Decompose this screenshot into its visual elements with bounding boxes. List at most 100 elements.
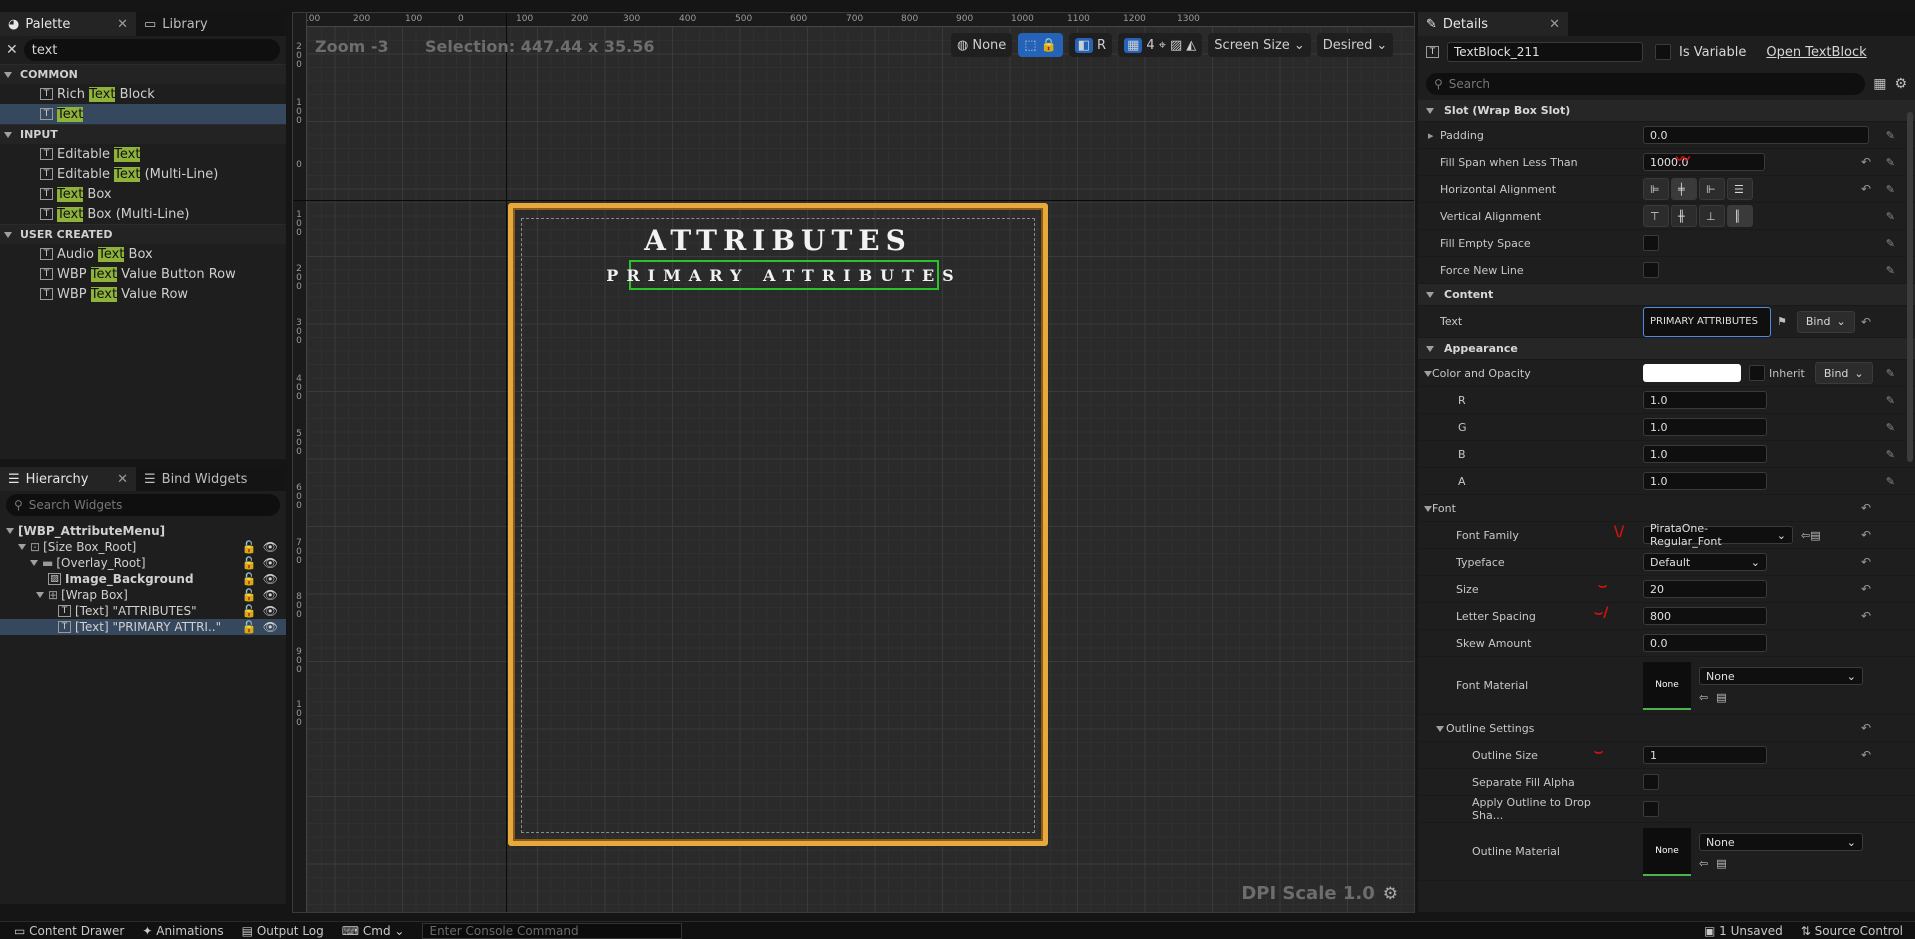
eye-icon[interactable]: 👁 [263,556,278,570]
reset-icon[interactable]: ↶ [1861,182,1871,196]
browse-icon[interactable]: ⇦ [1801,529,1810,542]
separate-fill-checkbox[interactable] [1643,774,1659,790]
pin-icon[interactable]: ✎ [1886,394,1895,407]
align-top-icon[interactable]: ⊤ [1643,205,1669,227]
folder-icon[interactable]: ▤ [1716,857,1726,870]
align-middle-icon[interactable]: ╫ [1671,205,1697,227]
reset-icon[interactable]: ↶ [1861,748,1871,762]
font-material-thumbnail[interactable]: None [1643,661,1691,710]
screen-size-dropdown[interactable]: Screen Size ⌄ [1208,33,1311,57]
eye-icon[interactable]: 👁 [263,540,278,554]
text-value-input[interactable]: PRIMARY ATTRIBUTES [1643,306,1771,337]
eye-icon[interactable]: 👁 [263,572,278,586]
expand-arrow-icon[interactable] [30,560,38,566]
pin-icon[interactable]: ✎ [1886,264,1895,277]
hierarchy-search-input[interactable]: ⚲ Search Widgets [6,494,280,516]
align-vfill-icon[interactable]: ║ [1727,205,1753,227]
palette-category[interactable]: INPUT [0,124,286,144]
align-center-icon[interactable]: ╪ [1671,178,1697,200]
is-variable-checkbox[interactable] [1655,44,1671,60]
tab-palette[interactable]: ◕ Palette ✕ [0,12,136,36]
gear-icon[interactable]: ⚙ [1383,884,1398,904]
pin-icon[interactable]: ✎ [1886,129,1895,142]
pin-icon[interactable]: ✎ [1886,237,1895,250]
size-input[interactable]: 20 [1643,580,1767,598]
palette-item[interactable]: T Text Box [0,184,286,204]
font-family-dropdown[interactable]: PirataOne-Regular_Font ⌄ [1643,522,1793,548]
g-input[interactable]: 1.0 [1643,418,1767,436]
close-icon[interactable]: ✕ [117,472,128,487]
palette-item[interactable]: T Rich Text Block [0,84,286,104]
browse-icon[interactable]: ⇦ [1699,691,1708,704]
section-content[interactable]: Content [1418,284,1915,306]
eye-icon[interactable]: 👁 [263,620,278,634]
expand-arrow-icon[interactable] [6,528,14,534]
reset-icon[interactable]: ↶ [1861,609,1871,623]
typeface-dropdown[interactable]: Default ⌄ [1643,553,1767,571]
font-material-dropdown[interactable]: None ⌄ [1699,667,1863,685]
expand-arrow-icon[interactable] [36,592,44,598]
lock-icon[interactable]: 🔓 [242,588,257,602]
tree-item-text-attributes[interactable]: T [Text] "ATTRIBUTES" 🔓 👁 [0,603,286,619]
browse-icon[interactable]: ⇦ [1699,857,1708,870]
force-new-line-checkbox[interactable] [1643,262,1659,278]
pin-icon[interactable]: ✎ [1886,367,1895,380]
lock-icon[interactable]: 🔓 [242,556,257,570]
r-input[interactable]: 1.0 [1643,391,1767,409]
designer-viewport[interactable]: 100 200 100 0 100 200 300 400 500 600 700 800 900 100… [292,12,1415,913]
details-search-input[interactable]: ⚲ Search [1426,73,1866,95]
color-swatch[interactable] [1643,364,1741,382]
align-left-icon[interactable]: ⊫ [1643,178,1669,200]
padding-input[interactable]: 0.0 [1643,126,1869,144]
collapse-arrow-icon[interactable] [1418,502,1432,515]
close-icon[interactable]: ✕ [1549,17,1560,32]
palette-item[interactable]: T Editable Text (Multi-Line) [0,164,286,184]
clear-search-icon[interactable]: ✕ [6,42,18,58]
eye-icon[interactable]: 👁 [263,588,278,602]
palette-item[interactable]: T Text [0,104,286,124]
tab-library[interactable]: ▭ Library [136,12,216,36]
tree-item-root[interactable]: [WBP_AttributeMenu] [0,523,286,539]
tree-item-image[interactable]: ▨ Image_Background 🔓 👁 [0,571,286,587]
letter-spacing-input[interactable]: 800 [1643,607,1767,625]
expand-arrow-icon[interactable] [18,544,26,550]
close-icon[interactable]: ✕ [117,17,128,32]
pin-icon[interactable]: ✎ [1886,475,1895,488]
content-drawer-button[interactable]: ▭ Content Drawer [14,924,124,938]
console-input[interactable]: Enter Console Command [422,922,683,939]
widget-name-input[interactable]: TextBlock_211 [1447,42,1643,62]
attributes-title[interactable]: ATTRIBUTES [513,224,1043,257]
folder-icon[interactable]: ▤ [1716,691,1726,704]
selection-lock-toggle[interactable]: ⬚ 🔒 [1018,33,1063,57]
apply-outline-checkbox[interactable] [1643,801,1659,817]
reset-icon[interactable]: ↶ [1861,528,1871,542]
lock-icon[interactable]: 🔓 [242,572,257,586]
reset-icon[interactable]: ↶ [1861,721,1871,735]
align-bottom-icon[interactable]: ⊥ [1699,205,1725,227]
table-view-icon[interactable]: ▦ [1873,76,1886,92]
pin-icon[interactable]: ✎ [1886,210,1895,223]
animations-button[interactable]: ✦ Animations [142,924,223,938]
desired-dropdown[interactable]: Desired ⌄ [1316,33,1394,57]
folder-icon[interactable]: ▤ [1810,529,1820,542]
pin-icon[interactable]: ✎ [1886,183,1895,196]
skew-input[interactable]: 0.0 [1643,634,1767,652]
align-fill-icon[interactable]: ☰ [1727,178,1753,200]
reset-icon[interactable]: ↶ [1861,501,1871,515]
details-scrollbar[interactable] [1907,112,1913,462]
eye-icon[interactable]: 👁 [263,604,278,618]
settings-icon[interactable]: ⚙ [1894,76,1907,92]
bind-dropdown[interactable]: Bind ⌄ [1796,310,1855,333]
fill-span-input[interactable]: 1000.0 [1643,153,1765,171]
section-appearance[interactable]: Appearance [1418,338,1915,360]
open-textblock-link[interactable]: Open TextBlock [1766,45,1866,60]
tab-bind-widgets[interactable]: ☰ Bind Widgets [136,467,255,491]
b-input[interactable]: 1.0 [1643,445,1767,463]
outline-size-input[interactable]: 1 [1643,746,1767,764]
output-log-button[interactable]: ▤ Output Log [242,924,324,938]
cmd-dropdown[interactable]: ⌨ Cmd ⌄ [342,924,405,938]
palette-item[interactable]: T Text Box (Multi-Line) [0,204,286,224]
pin-icon[interactable]: ✎ [1886,421,1895,434]
align-right-icon[interactable]: ⊩ [1699,178,1725,200]
tab-details[interactable]: ✎ Details ✕ [1418,12,1568,36]
